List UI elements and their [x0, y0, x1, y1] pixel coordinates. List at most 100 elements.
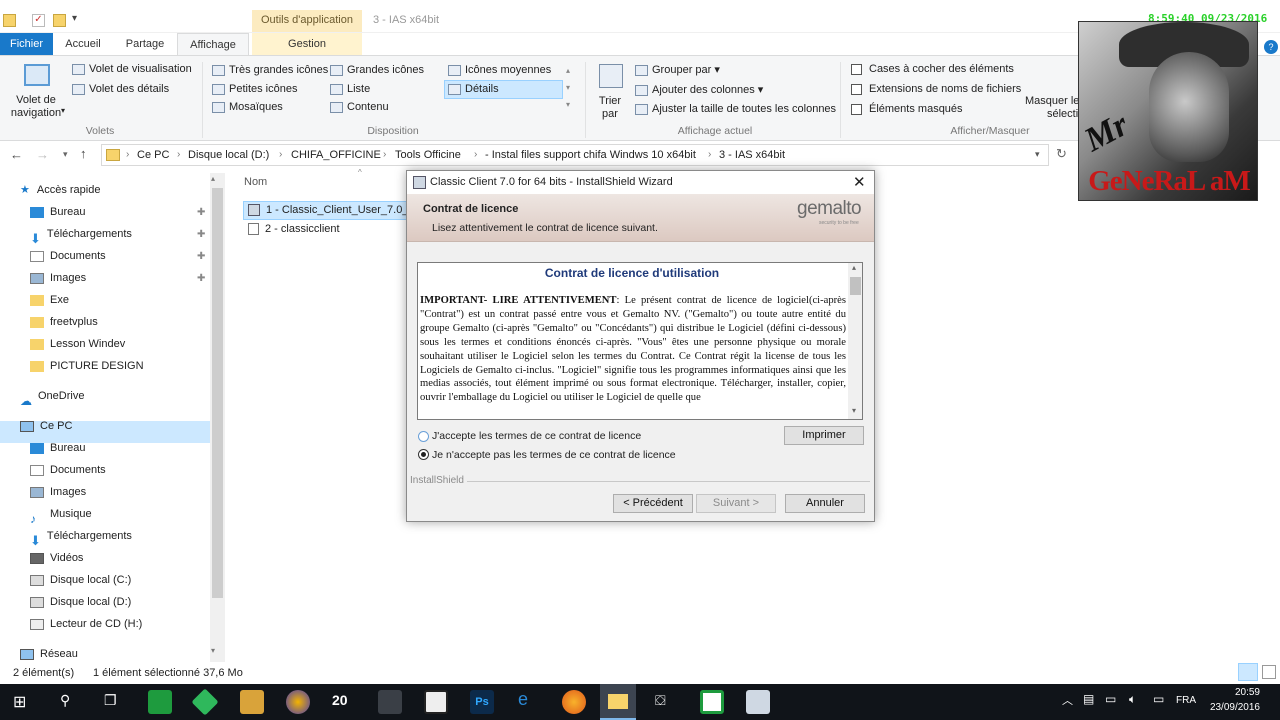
media-player-icon[interactable] — [286, 690, 310, 714]
up-arrow-icon[interactable]: ↑ — [80, 146, 87, 161]
nav-item-onedrive[interactable]: ☁ OneDrive — [20, 386, 84, 408]
nav-item-telechargements-pc[interactable]: ⬇ Téléchargements — [30, 526, 132, 548]
nav-item-documents[interactable]: Documents — [30, 246, 106, 266]
installer-taskbar-icon[interactable] — [746, 690, 770, 714]
clock-time[interactable]: 20:59 — [1220, 687, 1260, 698]
breadcrumb-ce-pc[interactable]: Ce PC — [137, 149, 169, 161]
file-row[interactable]: 2 - classicclient — [248, 223, 340, 236]
camtasia-recorder-icon[interactable] — [700, 690, 724, 714]
breadcrumb-ias-x64bit[interactable]: 3 - IAS x64bit — [719, 149, 785, 161]
address-dropdown-icon[interactable]: ▾ — [1035, 149, 1040, 160]
network-tray-icon[interactable]: ▤ — [1083, 692, 1094, 706]
tab-affichage[interactable]: Affichage — [177, 33, 249, 55]
tab-accueil[interactable]: Accueil — [56, 33, 110, 55]
address-bar[interactable]: › Ce PC › Disque local (D:) › CHIFA_OFFI… — [101, 144, 1049, 166]
yellow-app-icon[interactable] — [240, 690, 264, 714]
breadcrumb-chifa-officine[interactable]: CHIFA_OFFICINE — [291, 149, 381, 161]
large-icons-button[interactable]: Grandes icônes — [330, 64, 424, 76]
details-pane-button[interactable]: Volet des détails — [72, 83, 169, 95]
details-view-icon[interactable] — [1238, 663, 1258, 681]
license-text-box[interactable]: Contrat de licence d'utilisation IMPORTA… — [417, 262, 863, 420]
nav-item-quick-access[interactable]: ★ Accès rapide — [20, 180, 100, 200]
very-large-icons-button[interactable]: Très grandes icônes — [212, 64, 328, 76]
tab-fichier[interactable]: Fichier — [0, 33, 53, 55]
volume-icon[interactable]: 🔈︎ — [1129, 692, 1136, 707]
decline-radio[interactable] — [418, 449, 429, 460]
breadcrumb-instal-files[interactable]: - Instal files support chifa Windws 10 x… — [485, 149, 696, 161]
decline-label[interactable]: Je n'accepte pas les termes de ce contra… — [432, 449, 676, 461]
nav-item-bureau-pc[interactable]: Bureau — [30, 438, 85, 458]
forward-arrow-icon[interactable]: → — [36, 147, 49, 162]
nav-item-cd-drive[interactable]: Lecteur de CD (H:) — [30, 614, 142, 634]
nav-item-reseau[interactable]: Réseau — [20, 644, 78, 664]
print-button[interactable]: Imprimer — [784, 426, 864, 445]
hide-selected-button[interactable]: Masquer le — [1025, 95, 1079, 107]
green-app-icon[interactable] — [191, 688, 219, 716]
new-folder-icon[interactable] — [53, 14, 66, 27]
quick-access-dropdown-icon[interactable]: ▾ — [72, 13, 77, 26]
language-indicator[interactable]: FRA — [1176, 695, 1196, 706]
nav-item-musique[interactable]: ♪ Musique — [30, 504, 92, 526]
nav-item-documents-pc[interactable]: Documents — [30, 460, 106, 480]
explorer-taskbar-active[interactable] — [600, 684, 636, 720]
back-arrow-icon[interactable]: ← — [10, 147, 23, 162]
scroll-up-icon[interactable]: ▴ — [211, 174, 215, 183]
medium-icons-button[interactable]: Icônes moyennes — [448, 64, 551, 76]
layout-scroll-icons[interactable]: ▴ ▾ ▾ — [566, 62, 570, 113]
breadcrumb-tools-officine[interactable]: Tools Officine — [395, 149, 461, 161]
notification-icon[interactable]: ▭ — [1153, 692, 1164, 706]
sort-by-icon[interactable] — [599, 64, 623, 88]
nav-item-telechargements[interactable]: ⬇ Téléchargements — [30, 224, 132, 246]
column-header-name[interactable]: Nom — [244, 176, 267, 188]
scroll-down-icon[interactable]: ▾ — [852, 406, 856, 415]
nav-item-images[interactable]: Images — [30, 268, 86, 288]
tiles-button[interactable]: Mosaïques — [212, 101, 283, 113]
store-icon[interactable]: ⛋ — [655, 692, 666, 709]
close-icon[interactable]: ✕ — [853, 173, 866, 191]
small-icons-button[interactable]: Petites icônes — [212, 83, 297, 95]
nav-item-ce-pc[interactable]: Ce PC — [20, 416, 72, 436]
photoshop-icon[interactable]: Ps — [470, 690, 494, 714]
folder-icon[interactable] — [3, 14, 16, 27]
hidden-items-toggle[interactable]: Éléments masqués — [851, 103, 963, 115]
accept-radio[interactable] — [418, 431, 429, 442]
license-scrollbar-thumb[interactable] — [850, 277, 861, 295]
nav-item-exe[interactable]: Exe — [30, 290, 69, 310]
clock-date[interactable]: 23/09/2016 — [1200, 702, 1260, 713]
task-view-icon[interactable]: ❐ — [104, 692, 117, 709]
search-icon[interactable]: ⚲ — [60, 692, 70, 709]
nav-item-images-pc[interactable]: Images — [30, 482, 86, 502]
taskbar-app-20[interactable]: 20 — [332, 692, 348, 708]
dialog-title-bar[interactable]: Classic Client 7.0 for 64 bits - Install… — [407, 171, 874, 194]
item-checkboxes-toggle[interactable]: Cases à cocher des éléments — [851, 63, 1014, 75]
windows-start-icon[interactable]: ⊞ — [13, 692, 26, 712]
scroll-up-icon[interactable]: ▴ — [852, 263, 856, 272]
camtasia-icon[interactable] — [148, 690, 172, 714]
group-by-button[interactable]: Grouper par ▾ — [635, 63, 720, 76]
nav-item-freetvplus[interactable]: freetvplus — [30, 312, 98, 332]
navigation-pane-icon[interactable] — [24, 64, 50, 86]
preview-pane-button[interactable]: Volet de visualisation — [72, 63, 192, 75]
nav-scrollbar-thumb[interactable] — [212, 188, 223, 598]
sort-by-button[interactable]: Trier par — [595, 95, 625, 121]
details-button[interactable]: Détails — [448, 83, 499, 95]
add-columns-button[interactable]: Ajouter des colonnes ▾ — [635, 83, 763, 96]
accept-label[interactable]: J'accepte les termes de ce contrat de li… — [432, 430, 641, 442]
cancel-button[interactable]: Annuler — [785, 494, 865, 513]
chevron-up-icon[interactable]: ︿ — [1062, 692, 1073, 708]
scroll-down-icon[interactable]: ▾ — [211, 646, 215, 655]
content-button[interactable]: Contenu — [330, 101, 389, 113]
file-row[interactable]: 1 - Classic_Client_User_7.0_x64 — [248, 204, 406, 217]
breadcrumb-disque-d[interactable]: Disque local (D:) — [188, 149, 269, 161]
large-icons-view-icon[interactable] — [1262, 665, 1276, 679]
calculator-icon[interactable] — [424, 690, 448, 714]
nav-item-lesson-windev[interactable]: Lesson Windev — [30, 334, 125, 354]
editor-app-icon[interactable] — [378, 690, 402, 714]
battery-icon[interactable]: ▭ — [1105, 692, 1116, 706]
refresh-icon[interactable]: ↻ — [1056, 146, 1067, 162]
file-extensions-toggle[interactable]: Extensions de noms de fichiers — [851, 83, 1021, 95]
fit-columns-button[interactable]: Ajuster la taille de toutes les colonnes — [635, 103, 836, 115]
nav-item-disque-d[interactable]: Disque local (D:) — [30, 592, 131, 612]
properties-icon[interactable]: ✓ — [32, 14, 45, 27]
tab-gestion[interactable]: Gestion — [252, 33, 362, 55]
